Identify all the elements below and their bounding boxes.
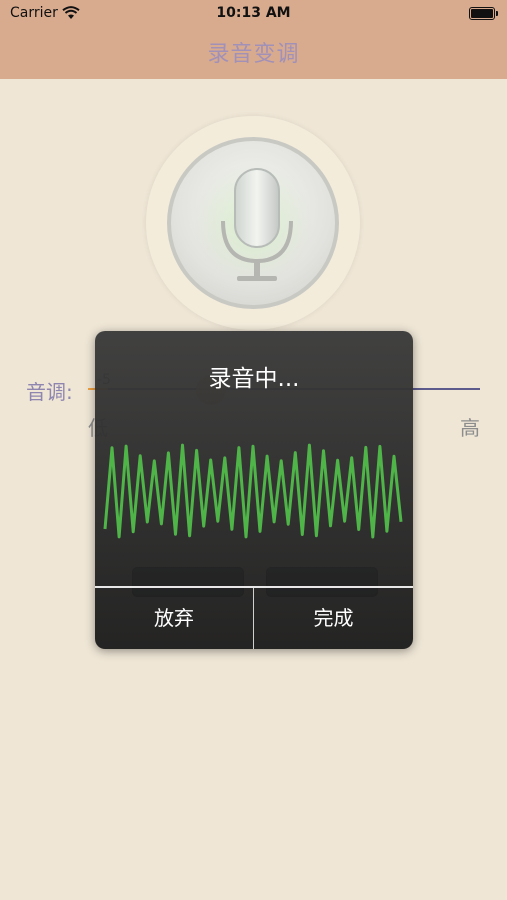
cancel-button[interactable]: 放弃 — [95, 588, 253, 649]
recording-dialog: 录音中... 放弃 完成 — [95, 331, 413, 649]
clock: 10:13 AM — [216, 5, 291, 21]
record-button-ring — [167, 137, 339, 309]
pitch-label: 音调: — [26, 380, 73, 404]
pitch-high-label: 高 — [460, 416, 480, 440]
page-title: 录音变调 — [207, 42, 300, 67]
microphone-icon — [221, 168, 293, 281]
status-bar: Carrier 10:13 AM — [0, 0, 507, 28]
waveform — [103, 443, 403, 539]
record-button[interactable] — [146, 116, 360, 330]
recording-title: 录音中... — [208, 366, 300, 392]
battery-icon — [469, 7, 498, 20]
done-button[interactable]: 完成 — [254, 588, 413, 649]
